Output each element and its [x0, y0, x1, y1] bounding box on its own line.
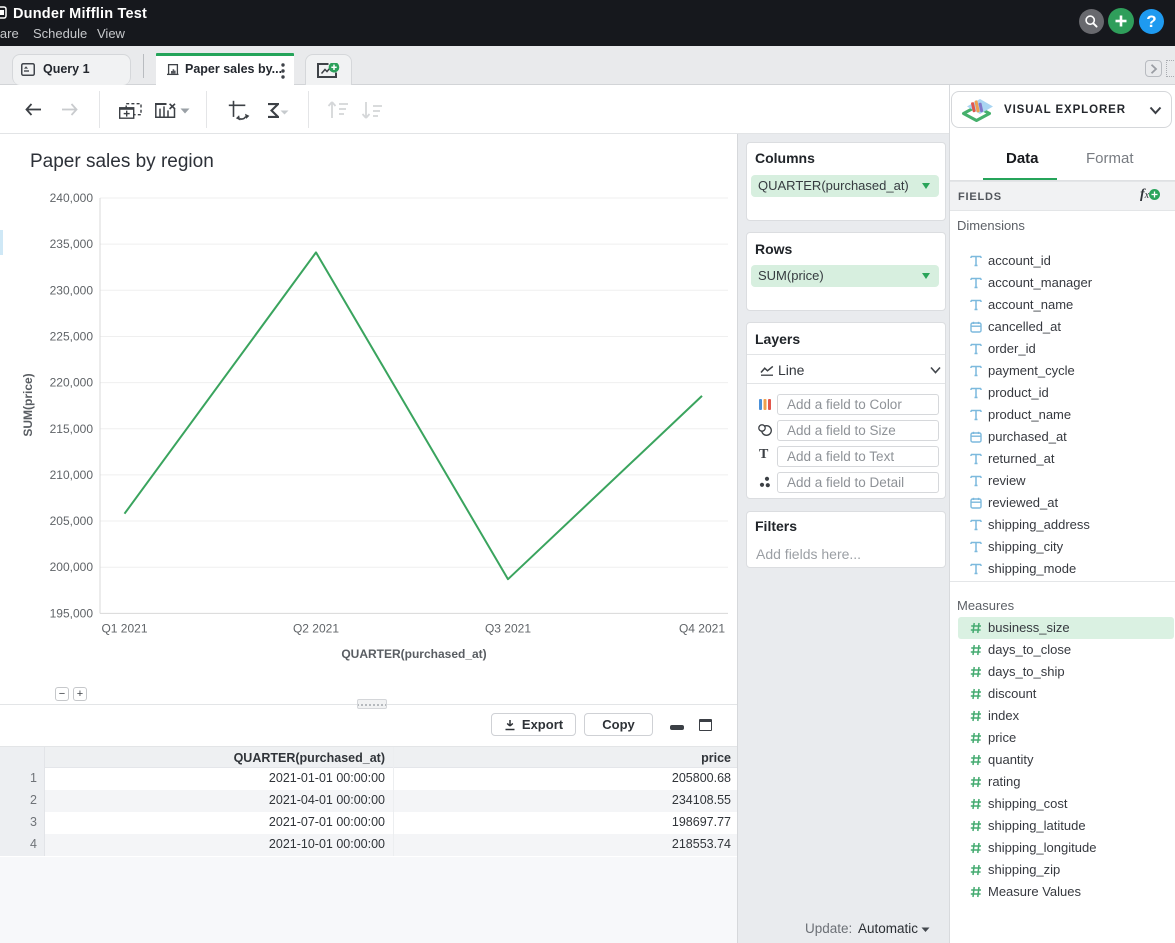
svg-text:200,000: 200,000 [50, 560, 94, 574]
svg-text:205,000: 205,000 [50, 514, 94, 528]
svg-text:QUARTER(purchased_at): QUARTER(purchased_at) [341, 647, 486, 661]
svg-text:Q4 2021: Q4 2021 [679, 621, 725, 635]
svg-text:SUM(price): SUM(price) [21, 373, 35, 436]
svg-text:Q3 2021: Q3 2021 [485, 621, 531, 635]
svg-text:Q2 2021: Q2 2021 [293, 621, 339, 635]
svg-text:215,000: 215,000 [50, 422, 94, 436]
svg-text:Q1 2021: Q1 2021 [101, 621, 147, 635]
svg-text:195,000: 195,000 [50, 606, 94, 620]
svg-text:240,000: 240,000 [50, 191, 94, 205]
svg-text:220,000: 220,000 [50, 376, 94, 390]
svg-text:235,000: 235,000 [50, 237, 94, 251]
svg-text:210,000: 210,000 [50, 468, 94, 482]
svg-text:230,000: 230,000 [50, 283, 94, 297]
svg-text:225,000: 225,000 [50, 329, 94, 343]
